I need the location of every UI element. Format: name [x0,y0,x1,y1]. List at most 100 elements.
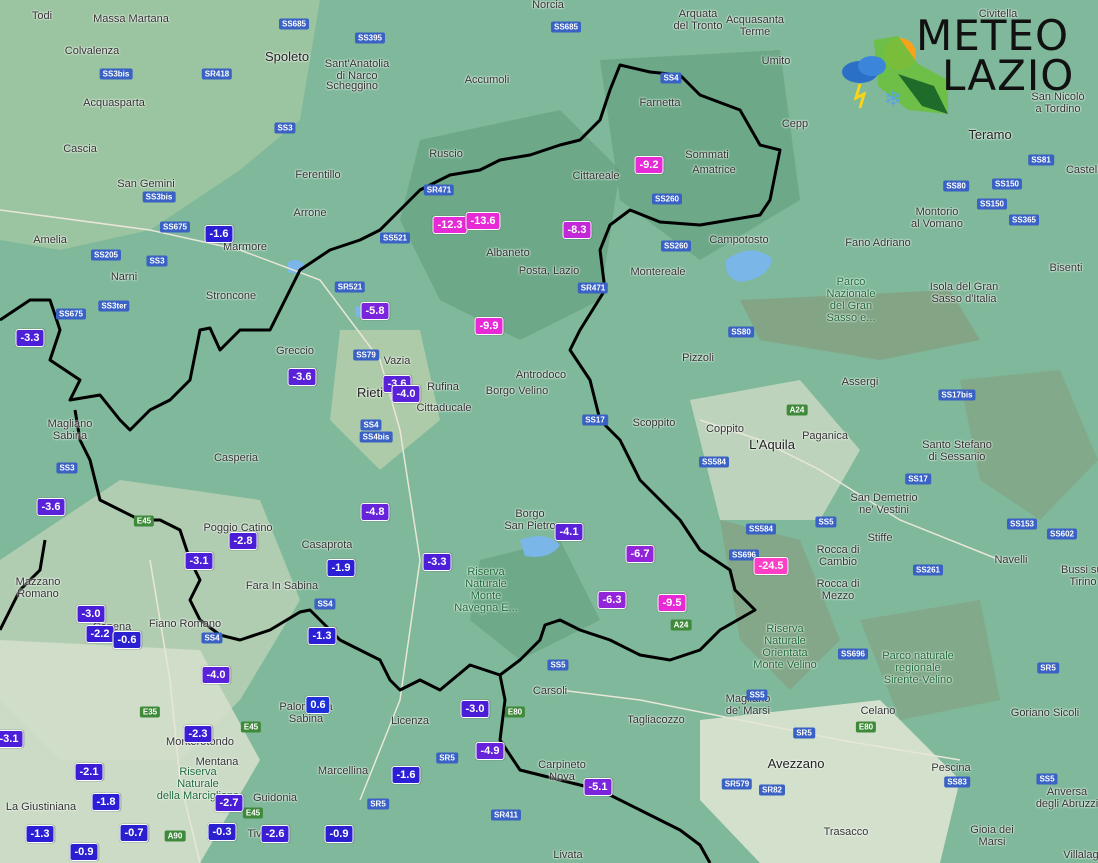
temperature-marker[interactable]: -1.8 [91,793,121,811]
road-shield: SS81 [1028,154,1054,166]
place-label: Borgo San Pietro [504,508,556,532]
place-label: Spoleto [264,49,310,64]
road-shield: SS150 [976,198,1008,210]
temperature-marker[interactable]: -2.7 [214,794,244,812]
temperature-marker[interactable]: -0.6 [112,631,142,649]
temperature-marker[interactable]: -1.3 [307,627,337,645]
temperature-marker[interactable]: -8.3 [562,221,592,239]
place-label: Livata [553,849,583,861]
temperature-marker[interactable]: -2.2 [85,625,115,643]
temperature-marker[interactable]: -1.6 [391,766,421,784]
place-label: Anversa degli Abruzzi [1035,786,1098,810]
temperature-marker[interactable]: 0.6 [305,696,331,714]
road-shield: E45 [242,807,264,819]
temperature-marker[interactable]: -12.3 [432,216,468,234]
place-label: Coppito [706,423,744,435]
temperature-marker[interactable]: -3.1 [0,730,24,748]
temperature-marker[interactable]: -13.6 [465,212,501,230]
temperature-marker[interactable]: -9.2 [634,156,664,174]
place-label: Acquasparta [83,97,145,109]
temperature-marker[interactable]: -0.9 [69,843,99,861]
temperature-marker[interactable]: -1.9 [326,559,356,577]
place-label: Amatrice [692,164,736,176]
temperature-marker[interactable]: -3.0 [76,605,106,623]
map-canvas[interactable]: Todi Massa Martana Spoleto Sant'Anatolia di… [0,0,1098,863]
temperature-marker[interactable]: -2.8 [228,532,258,550]
place-label: La Giustiniana [5,801,77,813]
temperature-marker[interactable]: -4.8 [360,503,390,521]
road-shield: SS4 [360,419,382,431]
place-label: Bussi sul Tirino [1060,564,1098,588]
place-label: Pizzoli [682,352,714,364]
place-label: Farnetta [639,97,681,109]
place-label: Umito [761,55,791,67]
temperature-marker[interactable]: -3.1 [184,552,214,570]
temperature-marker[interactable]: -2.6 [260,825,290,843]
place-label: Fano Adriano [845,237,911,249]
road-shield: SS5 [547,659,569,671]
place-label: Massa Martana [93,13,169,25]
place-label: Trasacco [823,826,869,838]
place-label: Mazzano Romano [15,576,61,600]
place-label: Cascia [63,143,97,155]
temperature-marker[interactable]: -5.8 [360,302,390,320]
temperature-marker[interactable]: -4.9 [475,742,505,760]
place-label: Cittaducale [416,402,472,414]
place-label: Ferentillo [295,169,341,181]
temperature-marker[interactable]: -3.3 [15,329,45,347]
place-label: Amelia [33,234,67,246]
road-shield: SR5 [793,727,815,739]
temperature-marker[interactable]: -0.3 [207,823,237,841]
temperature-marker[interactable]: -24.5 [753,557,789,575]
meteo-lazio-logo: ❄ METEO LAZIO [838,14,1088,124]
temperature-marker[interactable]: -2.1 [74,763,104,781]
place-label: Rufina [427,381,459,393]
road-shield: SS80 [728,326,754,338]
temperature-marker[interactable]: -6.7 [625,545,655,563]
temperature-marker[interactable]: -4.0 [201,666,231,684]
road-shield: SS395 [354,32,386,44]
temperature-marker[interactable]: -6.3 [597,591,627,609]
park-label: Riserva Naturale Monte Navegna E... [454,566,518,614]
temperature-marker[interactable]: -1.3 [25,825,55,843]
temperature-marker[interactable]: -3.0 [460,700,490,718]
temperature-marker[interactable]: -9.5 [657,594,687,612]
place-label: Marcellina [317,765,369,777]
road-shield: SS3 [56,462,78,474]
road-shield: SS584 [745,523,777,535]
temperature-marker[interactable]: -2.3 [183,725,213,743]
temperature-marker[interactable]: -1.6 [204,225,234,243]
temperature-marker[interactable]: -3.6 [287,368,317,386]
park-label: Parco naturale regionale Sirente-Velino [882,650,954,686]
place-label: Sommati [685,149,729,161]
place-label: Fara In Sabina [245,580,319,592]
place-label: Carsoli [532,685,568,697]
road-shield: E45 [240,721,262,733]
place-label: Antrodoco [515,369,567,381]
road-shield: SS4 [314,598,336,610]
road-shield: SS3ter [98,300,130,312]
place-label: Casperia [213,452,259,464]
temperature-marker[interactable]: -4.1 [554,523,584,541]
temperature-marker[interactable]: -4.0 [391,385,421,403]
place-label: Scheggino [326,80,378,92]
park-label: Parco Nazionale del Gran Sasso e... [826,276,876,324]
temperature-marker[interactable]: -3.3 [422,553,452,571]
road-shield: SS4bis [359,431,393,443]
temperature-marker[interactable]: -5.1 [583,778,613,796]
temperature-marker[interactable]: -9.9 [474,317,504,335]
road-shield: SR471 [423,184,455,196]
road-shield: SR418 [201,68,233,80]
place-label: Rocca di Mezzo [816,578,860,602]
temperature-marker[interactable]: -3.6 [36,498,66,516]
place-label: Stroncone [205,290,257,302]
road-shield: SS602 [1046,528,1078,540]
place-label: Campotosto [709,234,769,246]
place-label: Navelli [994,554,1028,566]
park-label: Riserva Naturale Orientata Monte Velino [753,623,817,671]
temperature-marker[interactable]: -0.9 [324,825,354,843]
logo-line-1: METEO [916,11,1070,60]
place-label: Santo Stefano di Sessanio [922,439,992,463]
road-shield: SS17 [905,473,931,485]
temperature-marker[interactable]: -0.7 [119,824,149,842]
